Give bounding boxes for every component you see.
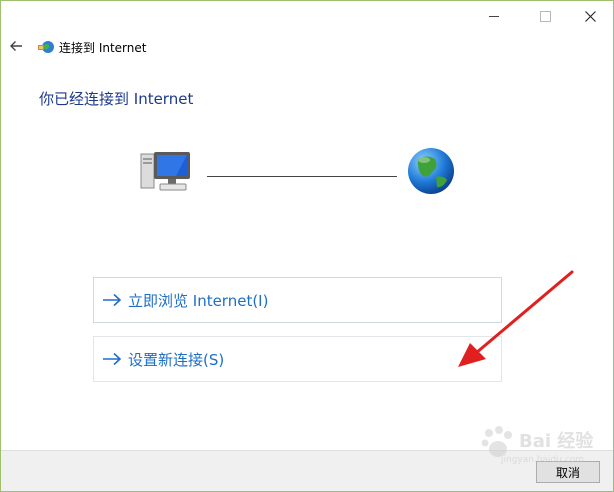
new-connection-label: 设置新连接(S) — [128, 350, 225, 369]
maximize-button[interactable] — [522, 1, 568, 31]
maximize-icon — [539, 10, 551, 22]
minimize-button[interactable] — [471, 1, 517, 31]
back-arrow-icon — [10, 41, 22, 51]
nav-title: 连接到 Internet — [59, 41, 147, 55]
watermark-text: Bai 经验 — [519, 431, 594, 452]
watermark-url: jingyan.baidu.com — [501, 455, 585, 465]
close-button[interactable] — [567, 1, 613, 31]
connection-diagram — [1, 141, 613, 201]
page-title: 你已经连接到 Internet — [39, 90, 194, 108]
arrow-right-icon — [103, 293, 122, 307]
browse-internet-label: 立即浏览 Internet(I) — [128, 291, 269, 310]
network-globe-icon — [38, 41, 54, 53]
baidu-jingyan-watermark: Bai 经验 jingyan.baidu.com — [471, 421, 611, 473]
red-annotation-arrow — [458, 270, 574, 367]
connect-to-internet-window: 连接到 Internet 你已经连接到 Internet 立即浏览 Intern… — [0, 0, 614, 492]
computer-icon — [140, 152, 190, 191]
close-icon — [584, 10, 596, 22]
browse-internet-option[interactable]: 立即浏览 Internet(I) — [93, 277, 502, 323]
minimize-icon — [489, 15, 499, 17]
globe-icon — [408, 148, 454, 194]
connection-line — [207, 176, 397, 177]
set-up-new-connection-option[interactable]: 设置新连接(S) — [93, 336, 502, 382]
back-button[interactable] — [5, 35, 27, 57]
arrow-right-icon — [103, 352, 122, 366]
